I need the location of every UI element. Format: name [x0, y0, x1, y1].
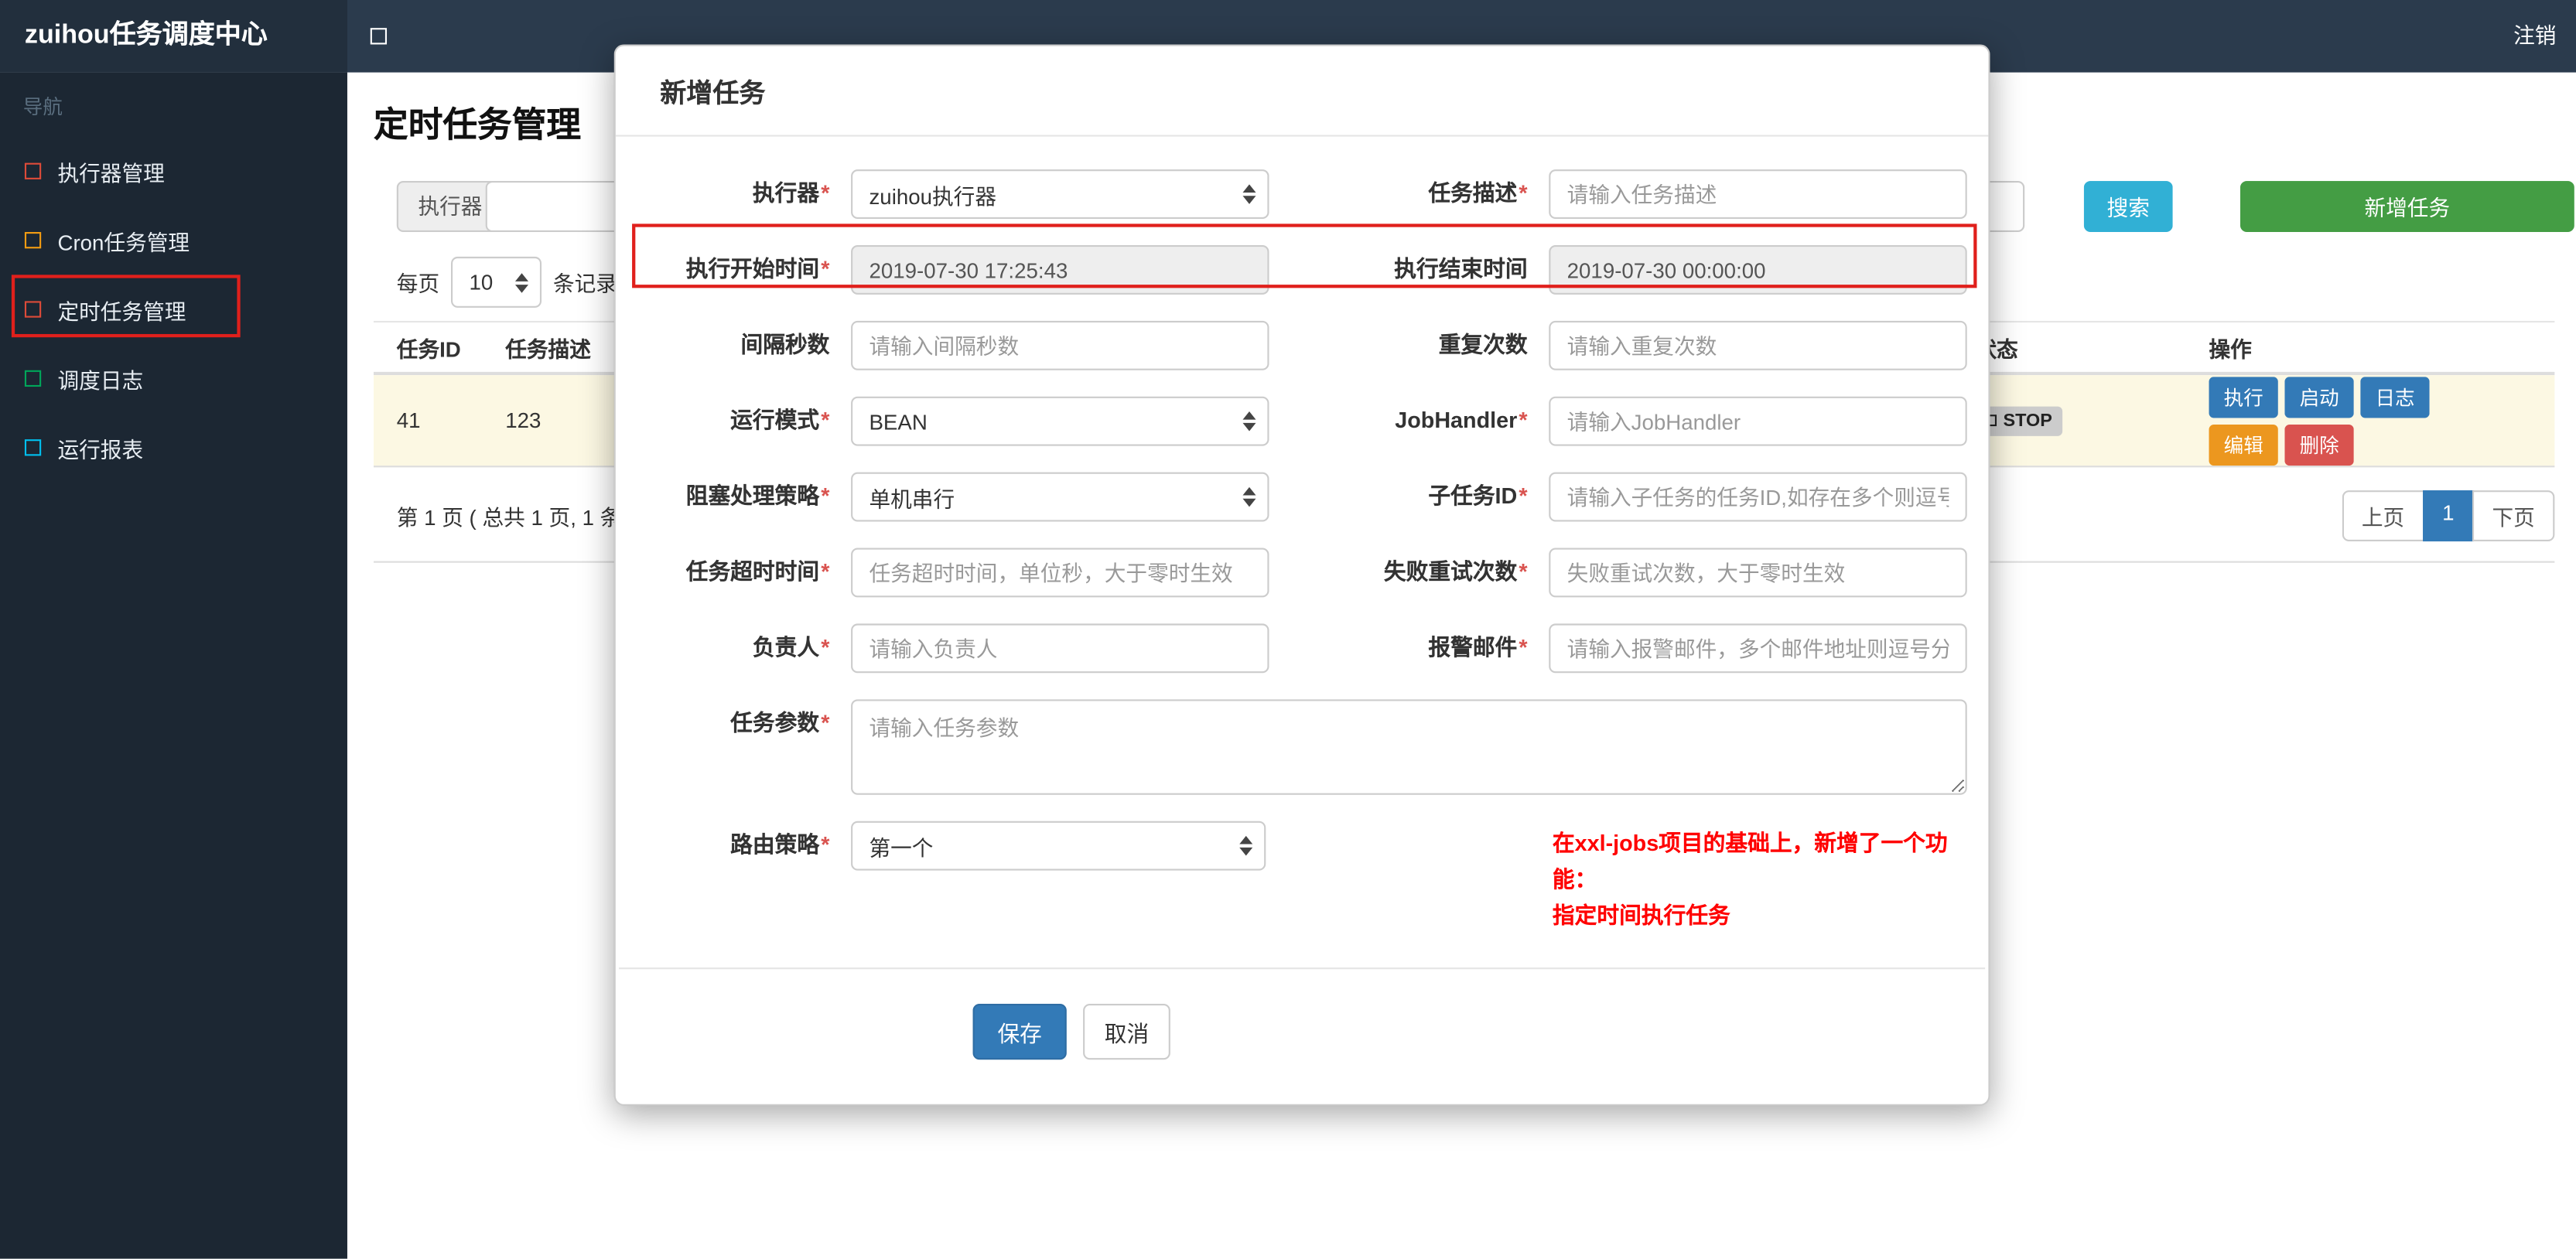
run-mode-select[interactable]: BEAN [851, 396, 1269, 446]
timeout-input[interactable] [851, 548, 1269, 598]
start-time-label: 执行开始时间 [616, 245, 851, 295]
feature-hint-text: 在xxl-jobs项目的基础上，新增了一个功能： 指定时间执行任务 [1553, 826, 1988, 934]
start-time-input[interactable] [851, 245, 1269, 295]
sidebar: 导航 执行器管理 Cron任务管理 定时任务管理 调度日志 运行报表 [0, 72, 347, 1259]
pagination-next-button[interactable]: 下页 [2472, 490, 2555, 542]
sidebar-item-label: Cron任务管理 [57, 229, 190, 254]
save-button[interactable]: 保存 [972, 1003, 1067, 1060]
feature-hint-line1: 在xxl-jobs项目的基础上，新增了一个功能： [1552, 831, 1948, 892]
run-mode-select-value: BEAN [869, 408, 928, 434]
route-strategy-select[interactable]: 第一个 [851, 821, 1266, 871]
owner-input[interactable] [851, 623, 1269, 674]
search-button[interactable]: 搜索 [2083, 181, 2173, 233]
repeat-count-label: 重复次数 [1438, 332, 1528, 357]
fail-retry-input[interactable] [1549, 548, 1967, 598]
fail-retry-label: 失败重试次数 [1269, 548, 1549, 598]
per-page-value: 10 [469, 269, 494, 295]
pagination-prev-button[interactable]: 上页 [2342, 490, 2424, 542]
per-page-label: 每页 [396, 271, 440, 297]
sidebar-item-executor-manage[interactable]: 执行器管理 [0, 137, 347, 206]
square-icon [24, 162, 42, 179]
modal-divider [619, 967, 1986, 970]
job-handler-label: JobHandler [1269, 397, 1549, 446]
status-text: STOP [2003, 410, 2052, 431]
timeout-label: 任务超时时间 [616, 548, 851, 598]
route-strategy-select-value: 第一个 [869, 834, 934, 860]
start-button[interactable]: 启动 [2284, 376, 2354, 418]
sidebar-item-schedule-log[interactable]: 调度日志 [0, 344, 347, 413]
app-brand: zuihou任务调度中心 [0, 0, 347, 73]
sidebar-item-cron-task-manage[interactable]: Cron任务管理 [0, 206, 347, 275]
col-header-operations: 操作 [2209, 336, 2252, 362]
delete-button[interactable]: 删除 [2284, 423, 2354, 466]
log-button[interactable]: 日志 [2360, 376, 2430, 418]
sidebar-item-label: 调度日志 [57, 367, 144, 393]
edit-button[interactable]: 编辑 [2209, 423, 2278, 466]
job-param-textarea[interactable] [851, 699, 1967, 795]
app-viewport: zuihou任务调度中心 注销 导航 执行器管理 Cron任务管理 定时任务管理… [0, 0, 2576, 1259]
task-desc-label: 任务描述 [1269, 169, 1549, 219]
col-header-task-id: 任务ID [396, 336, 461, 362]
execute-button[interactable]: 执行 [2209, 376, 2278, 418]
child-job-id-label: 子任务ID [1269, 473, 1549, 522]
executor-select[interactable]: zuihou执行器 [851, 169, 1269, 219]
pagination-page-1-button[interactable]: 1 [2422, 490, 2475, 542]
sidebar-item-label: 运行报表 [57, 436, 144, 462]
sidebar-item-label: 定时任务管理 [57, 299, 186, 324]
col-header-status: 状态 [1975, 336, 2018, 362]
job-param-label: 任务参数 [616, 699, 851, 749]
run-mode-label: 运行模式 [616, 397, 851, 446]
end-time-input[interactable] [1549, 245, 1967, 295]
executor-select-value: zuihou执行器 [869, 183, 996, 209]
sidebar-nav-label: 导航 [22, 95, 63, 119]
alarm-email-input[interactable] [1549, 623, 1967, 674]
modal-header: 新增任务 [615, 46, 1989, 137]
sidebar-item-timed-task-manage[interactable]: 定时任务管理 [0, 275, 347, 343]
modal-title: 新增任务 [660, 80, 766, 109]
feature-hint-line2: 指定时间执行任务 [1552, 903, 1730, 929]
sidebar-toggle-icon[interactable] [370, 28, 388, 45]
select-arrows-icon [1242, 184, 1256, 204]
block-strategy-select-value: 单机串行 [869, 486, 955, 511]
route-strategy-label: 路由策略 [616, 821, 851, 871]
executor-label: 执行器 [616, 169, 851, 219]
task-desc-input[interactable] [1549, 169, 1967, 219]
square-icon [24, 232, 42, 249]
pagination: 上页 1 下页 [2342, 490, 2555, 542]
sidebar-item-run-report[interactable]: 运行报表 [0, 413, 347, 482]
modal-footer: 保存 取消 [972, 1003, 1989, 1060]
records-label: 条记录 [552, 271, 617, 297]
owner-label: 负责人 [616, 623, 851, 673]
select-arrows-icon [1239, 835, 1253, 856]
cell-status: STOP [1975, 405, 2209, 435]
sidebar-item-label: 执行器管理 [57, 160, 165, 186]
per-page-select[interactable]: 10 [451, 256, 542, 308]
square-icon [24, 370, 42, 387]
job-handler-input[interactable] [1549, 396, 1967, 446]
interval-label: 间隔秒数 [740, 332, 830, 357]
end-time-label: 执行结束时间 [1394, 256, 1528, 281]
block-strategy-label: 阻塞处理策略 [616, 473, 851, 522]
select-arrows-icon [1242, 486, 1256, 507]
cell-task-id: 41 [396, 408, 421, 433]
child-job-id-input[interactable] [1549, 472, 1967, 522]
cancel-button[interactable]: 取消 [1083, 1003, 1170, 1060]
repeat-count-input[interactable] [1549, 320, 1967, 370]
select-arrows-icon [1242, 411, 1256, 432]
add-task-button[interactable]: 新增任务 [2239, 181, 2574, 233]
alarm-email-label: 报警邮件 [1269, 623, 1549, 673]
square-icon [24, 439, 42, 456]
add-task-modal: 新增任务 执行器 zuihou执行器 任务描述 执行开始时间 执行结束时间 间隔… [613, 44, 1990, 1106]
square-icon [24, 301, 42, 318]
logout-link[interactable]: 注销 [2503, 0, 2566, 73]
interval-input[interactable] [851, 320, 1269, 370]
select-arrows-icon [515, 272, 529, 292]
modal-body: 执行器 zuihou执行器 任务描述 执行开始时间 执行结束时间 间隔秒数 重复… [616, 137, 1989, 1060]
block-strategy-select[interactable]: 单机串行 [851, 472, 1269, 522]
cell-operations: 执行 启动 日志 编辑 删除 [2209, 376, 2555, 466]
